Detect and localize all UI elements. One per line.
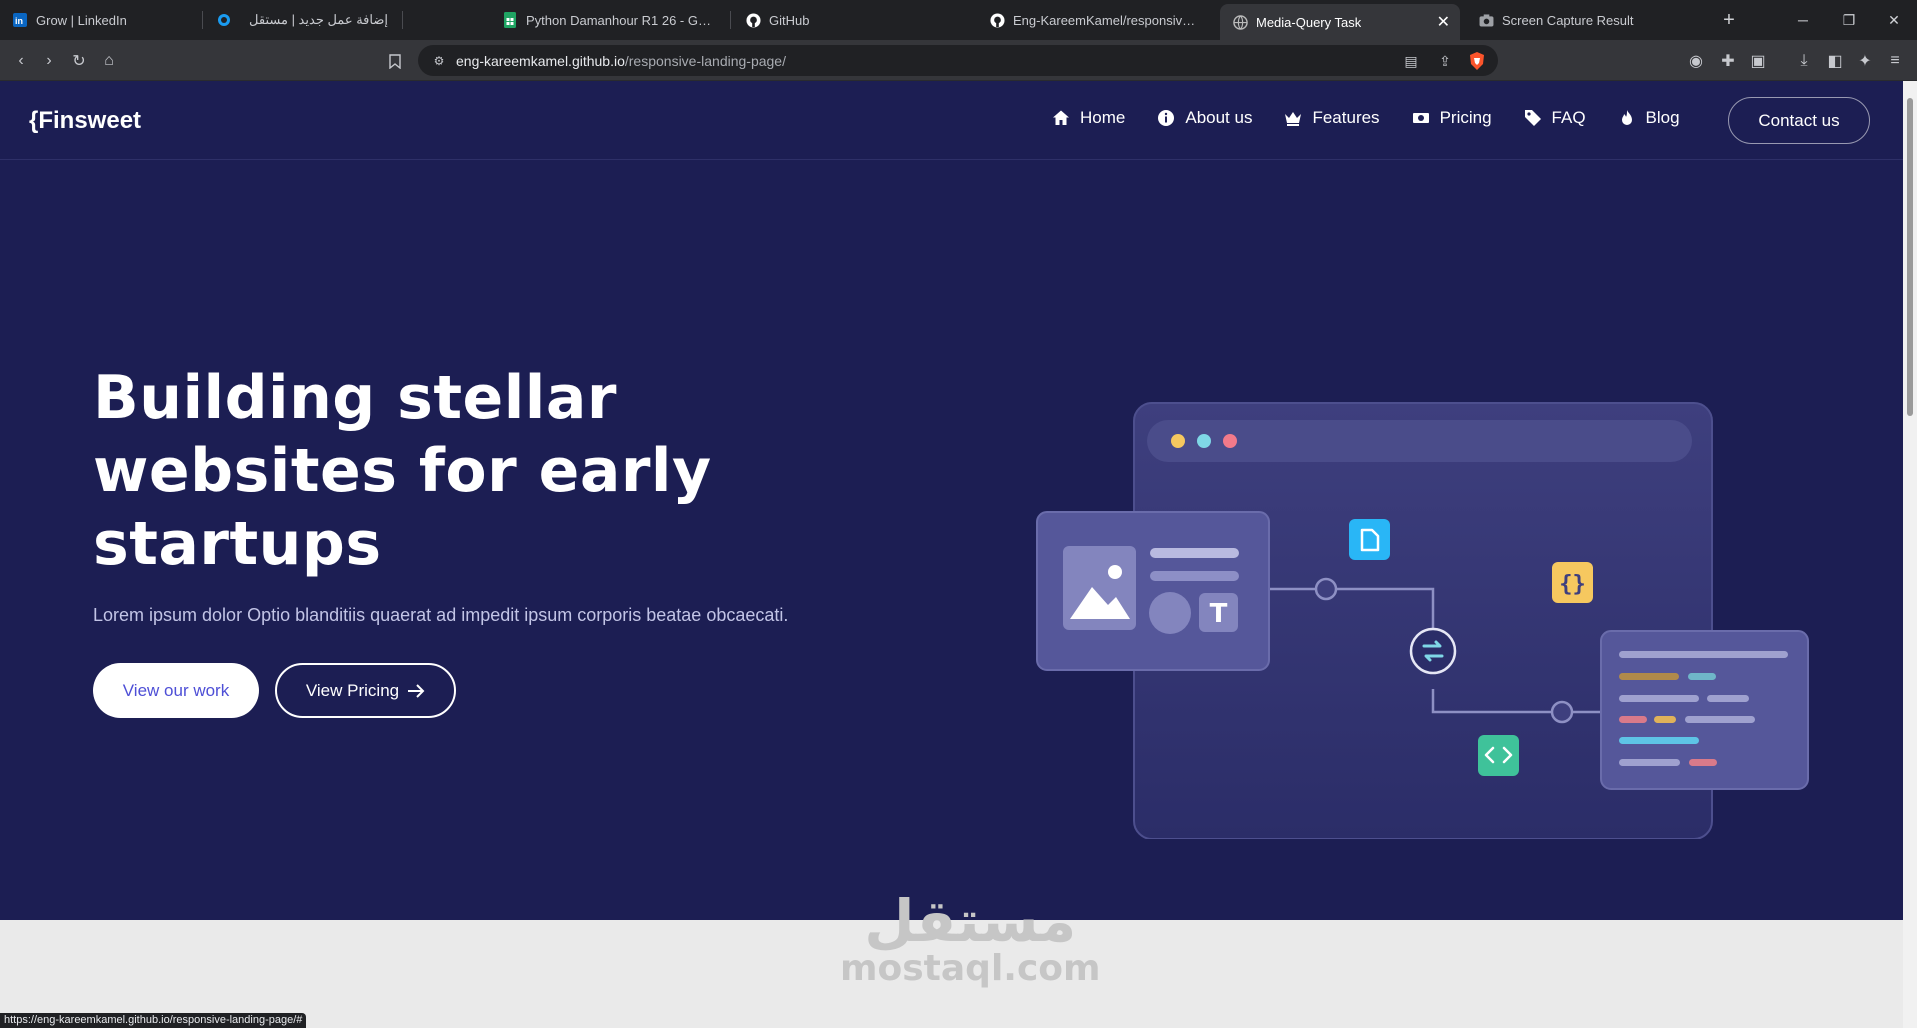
wallet-icon[interactable]: ▣ <box>1745 48 1771 74</box>
back-icon[interactable]: ‹ <box>8 48 34 74</box>
arrow-right-icon <box>408 683 425 698</box>
camera-icon <box>1478 12 1494 28</box>
contact-button[interactable]: Contact us <box>1728 97 1870 144</box>
download-icon[interactable]: ⤓ <box>1791 48 1817 74</box>
restore-button[interactable]: ❐ <box>1826 0 1872 40</box>
window-dot-red <box>1223 434 1237 448</box>
github-icon <box>989 12 1005 28</box>
money-icon <box>1412 113 1429 123</box>
svg-text:T: T <box>1210 599 1228 629</box>
globe-icon <box>1232 14 1248 30</box>
nav-link-pricing[interactable]: Pricing <box>1412 108 1492 128</box>
bookmark-icon[interactable] <box>382 48 408 74</box>
view-work-button[interactable]: View our work <box>93 663 259 718</box>
watermark-latin: mostaql.com <box>840 948 1101 989</box>
reader-icon[interactable]: ▤ <box>1398 48 1424 74</box>
tab-title: Eng-KareemKamel/responsive-landir <box>1013 12 1201 28</box>
tab-unknown[interactable]: إضافة عمل جديد | مستقل <box>204 0 400 40</box>
circle-shape-icon <box>1149 592 1191 634</box>
sidebar-icon[interactable]: ◧ <box>1822 48 1848 74</box>
new-tab-button[interactable]: + <box>1712 0 1746 40</box>
tab-google-sheets[interactable]: Python Damanhour R1 26 - Google S <box>490 0 726 40</box>
web-page: {Finsweet Home About us Features Pricing… <box>0 81 1903 1028</box>
fire-icon <box>1621 110 1632 125</box>
hero-title: Building stellar websites for early star… <box>93 363 712 579</box>
status-bar-url: https://eng-kareemkamel.github.io/respon… <box>0 1013 307 1028</box>
tab-github-repo[interactable]: Eng-KareemKamel/responsive-landir <box>977 0 1213 40</box>
page-scrollbar[interactable] <box>1903 81 1917 1028</box>
nav-link-blog[interactable]: Blog <box>1618 108 1680 128</box>
nav-link-features[interactable]: Features <box>1284 108 1380 128</box>
nav-link-label: Home <box>1080 108 1126 127</box>
scroll-thumb[interactable] <box>1907 98 1913 416</box>
share-icon[interactable]: ⇪ <box>1432 48 1458 74</box>
nav-link-label: Features <box>1312 108 1380 127</box>
view-pricing-label: View Pricing <box>305 680 400 700</box>
view-pricing-button[interactable]: View Pricing <box>275 663 456 718</box>
nav-link-about[interactable]: About us <box>1157 108 1252 128</box>
nav-link-faq[interactable]: FAQ <box>1524 108 1586 128</box>
svg-text:in: in <box>15 16 23 26</box>
menu-icon[interactable]: ≡ <box>1882 48 1908 74</box>
tab-title: Media-Query Task <box>1256 14 1362 30</box>
tab-github[interactable]: GitHub <box>733 0 969 40</box>
nav-link-label: Pricing <box>1439 108 1492 127</box>
home-icon[interactable]: ⌂ <box>96 48 122 74</box>
github-icon <box>745 12 761 28</box>
reload-icon[interactable]: ↻ <box>66 48 92 74</box>
connector-node <box>1550 700 1574 724</box>
window-dot-cyan <box>1197 434 1211 448</box>
crown-icon <box>1285 112 1302 126</box>
file-icon <box>1349 519 1390 560</box>
tab-media-query[interactable]: Media-Query Task ✕ <box>1220 4 1460 40</box>
tab-strip: in Grow | LinkedIn إضافة عمل جديد | مستق… <box>0 0 1917 40</box>
tag-icon <box>1524 110 1541 126</box>
minimize-button[interactable]: ─ <box>1780 0 1826 40</box>
browser-toolbar: ‹ › ↻ ⌂ ⚙ eng-kareemkamel.github.io/resp… <box>0 40 1917 81</box>
window-dot-yellow <box>1171 434 1185 448</box>
forward-icon[interactable]: › <box>36 48 62 74</box>
url-host: eng-kareemkamel.github.io <box>456 53 625 69</box>
svg-text:{}: {} <box>1559 572 1586 597</box>
hero-illustration: T {} <box>1036 402 1809 839</box>
extensions-icon[interactable]: ✚ <box>1715 48 1741 74</box>
brave-shield-icon[interactable] <box>1464 48 1490 74</box>
tab-title: إضافة عمل جديد | مستقل <box>249 12 388 27</box>
hero-subtitle: Lorem ipsum dolor Optio blanditiis quaer… <box>93 605 789 625</box>
leo-ai-icon[interactable]: ✦ <box>1852 48 1878 74</box>
code-icon <box>1478 735 1519 776</box>
sync-icon <box>1409 627 1457 675</box>
linkedin-icon: in <box>12 12 28 28</box>
sheets-icon <box>502 12 518 28</box>
circle-icon <box>216 12 232 28</box>
main-nav: Home About us Features Pricing FAQ Blog <box>1052 108 1680 128</box>
address-bar[interactable]: ⚙ eng-kareemkamel.github.io/responsive-l… <box>418 45 1498 76</box>
url-text: eng-kareemkamel.github.io/responsive-lan… <box>456 53 786 69</box>
info-icon <box>1158 110 1175 126</box>
tab-title: Screen Capture Result <box>1502 12 1634 28</box>
site-logo[interactable]: {Finsweet <box>29 107 141 135</box>
nav-link-label: About us <box>1185 108 1253 127</box>
tab-title: GitHub <box>769 12 810 28</box>
tab-title: Python Damanhour R1 26 - Google S <box>526 12 714 28</box>
url-path: /responsive-landing-page/ <box>624 53 786 69</box>
site-settings-icon[interactable]: ⚙ <box>426 48 452 74</box>
tab-title: Grow | LinkedIn <box>36 12 127 28</box>
nav-link-home[interactable]: Home <box>1052 108 1125 128</box>
tab-linkedin[interactable]: in Grow | LinkedIn <box>0 0 200 40</box>
tab-screen-capture[interactable]: Screen Capture Result <box>1466 0 1702 40</box>
screenshot-icon[interactable]: ◉ <box>1683 48 1709 74</box>
nav-link-label: Blog <box>1645 108 1680 127</box>
site-header: {Finsweet Home About us Features Pricing… <box>0 81 1903 160</box>
watermark-arabic: مستقل <box>864 887 1077 955</box>
mostaql-watermark: مستقل mostaql.com <box>840 892 1101 988</box>
close-icon[interactable]: ✕ <box>1437 12 1450 32</box>
connector-node <box>1314 577 1338 601</box>
home-icon <box>1053 110 1069 125</box>
nav-link-label: FAQ <box>1551 108 1586 127</box>
window-close-button[interactable]: ✕ <box>1871 0 1917 40</box>
